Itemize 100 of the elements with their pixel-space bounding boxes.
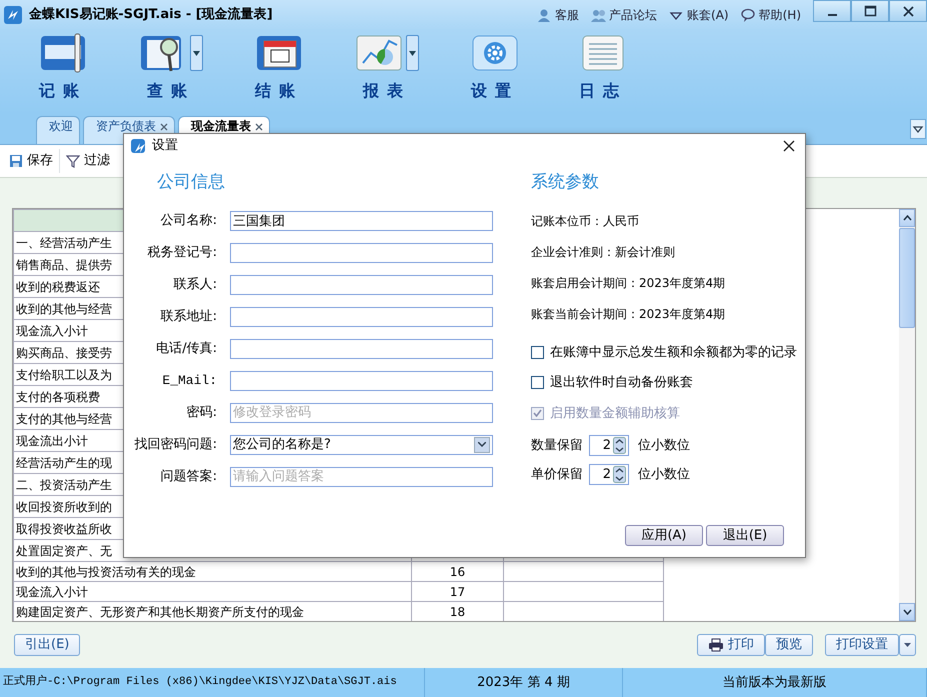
scroll-up-icon[interactable] (902, 215, 912, 221)
scrollbar[interactable] (899, 209, 915, 621)
table-cell: 处置固定资产、无 (16, 544, 112, 558)
dropdown-button[interactable] (190, 35, 203, 71)
up-down-arrows-icon[interactable] (613, 437, 626, 454)
field-label: 密码: (186, 404, 217, 422)
spinner-label: 数量保留 (531, 436, 583, 455)
input-field[interactable] (230, 274, 493, 294)
dropdown-button[interactable] (406, 35, 419, 71)
input-field[interactable] (230, 242, 493, 262)
info-text: 企业会计准则：新会计准则 (531, 244, 676, 260)
caret-icon (193, 50, 200, 56)
close-icon[interactable] (255, 123, 263, 131)
number-spinner[interactable]: 2 (589, 464, 629, 485)
input-field[interactable] (230, 306, 493, 326)
table-cell: 购建固定资产、无形资产和其他长期资产所支付的现金 (16, 604, 304, 618)
toolbar-button[interactable]: 过滤 (59, 149, 116, 173)
table-cell: 现金流入小计 (16, 324, 88, 338)
toolbar-button[interactable]: 日志 (558, 33, 648, 103)
toolbar-button[interactable]: 查账 (126, 33, 216, 103)
section-heading: 公司信息 (157, 171, 226, 194)
table-cell: 销售商品、提供劳 (16, 258, 112, 272)
apply-button[interactable]: 应用(A) (625, 525, 703, 546)
people-icon (591, 8, 606, 22)
action-button[interactable]: 预览 (765, 634, 813, 656)
header-link[interactable]: 产品论坛 (591, 6, 658, 24)
header-link[interactable]: 账套(A) (669, 6, 729, 24)
tab[interactable]: 欢迎 (36, 116, 80, 144)
toolbar-button[interactable]: 报表 (342, 33, 432, 103)
toolbar-button[interactable]: 记账 (18, 33, 108, 103)
table-cell: 18 (450, 604, 466, 618)
field-label: 电话/传真: (155, 340, 217, 358)
spinner-label: 单价保留 (531, 466, 583, 484)
table-cell: 支付的其他与经营 (16, 412, 112, 426)
notebook-icon (39, 33, 87, 73)
scroll-down-icon[interactable] (902, 609, 912, 615)
info-text: 账套启用会计期间：2023年度第4期 (531, 274, 726, 292)
export-button[interactable]: 引出(E) (14, 634, 80, 656)
table-cell: 支付的各项税费 (16, 390, 100, 404)
status-text: 正式用户-C:\Program Files (x86)\Kingdee\KIS\YJZ\Data\SGJT.ais (3, 674, 397, 690)
info-text: 账套当前会计期间：2023年度第4期 (531, 306, 726, 322)
checkmark-icon (533, 409, 542, 418)
table-cell: 现金流入小计 (16, 584, 88, 598)
toolbar-button[interactable]: 结账 (234, 33, 324, 103)
table-cell: 收回投资所收到的 (16, 500, 112, 514)
scroll-thumb[interactable] (899, 228, 915, 328)
toolbar-button[interactable]: 保存 (3, 149, 59, 173)
status-text: 2023年 第 4 期 (477, 674, 570, 692)
chart-icon (355, 33, 403, 73)
table-cell: 现金流出小计 (16, 434, 88, 448)
question-dropdown[interactable]: 您公司的名称是? (230, 434, 493, 454)
table-cell: 16 (450, 564, 466, 578)
info-text: 记账本位币：人民币 (531, 212, 640, 230)
table-cell: 收到的其他与经营 (16, 302, 112, 316)
table-cell: 二、投资活动产生 (16, 478, 112, 492)
table-cell: 取得投资收益所收 (16, 522, 112, 536)
table-cell: 支付给职工以及为 (16, 368, 112, 382)
unit-label: 位小数位 (638, 466, 690, 484)
action-button[interactable]: 打印 (697, 634, 765, 656)
input-field[interactable] (230, 370, 493, 390)
caret-icon (409, 50, 416, 56)
checkbox-option[interactable]: 在账簿中显示总发生额和余额都为零的记录 (531, 342, 797, 362)
field-label: 联系人: (172, 276, 217, 294)
table-cell: 17 (450, 584, 466, 598)
calendar-icon (255, 33, 303, 73)
field-label: 税务登记号: (146, 244, 217, 262)
chevron-down-icon (478, 442, 486, 447)
input-field[interactable]: 三国集团 (230, 210, 493, 230)
input-field[interactable] (230, 338, 493, 358)
dropdown-button[interactable] (899, 634, 916, 656)
unit-label: 位小数位 (638, 436, 690, 455)
close-button[interactable] (889, 0, 927, 22)
table-cell: 收到的税费返还 (16, 280, 100, 294)
status-text: 当前版本为最新版 (722, 674, 826, 692)
app-logo-icon (3, 5, 23, 25)
speech-bubble-icon (740, 8, 756, 22)
toolbar-button[interactable]: 设置 (450, 33, 540, 103)
header-link[interactable]: 帮助(H) (740, 6, 801, 24)
header-link[interactable]: 客服 (537, 6, 580, 24)
field-label: E_Mail: (161, 372, 217, 390)
checkbox-option[interactable]: 退出软件时自动备份账套 (531, 373, 797, 392)
action-button[interactable]: 打印设置 (825, 634, 899, 656)
section-heading: 系统参数 (531, 171, 600, 194)
field-label: 找回密码问题: (134, 436, 217, 454)
exit-button[interactable]: 退出(E) (706, 525, 784, 546)
field-label: 联系地址: (160, 308, 217, 326)
gear-icon (471, 33, 519, 73)
up-down-arrows-icon[interactable] (613, 466, 626, 483)
input-field[interactable]: 修改登录密码 (230, 402, 493, 422)
minimize-button[interactable] (813, 0, 851, 22)
table-cell: 购买商品、接受劳 (16, 346, 112, 360)
maximize-button[interactable] (851, 0, 889, 22)
printer-icon (708, 638, 724, 652)
number-spinner[interactable]: 2 (589, 435, 629, 456)
table-cell: 经营活动产生的现 (16, 456, 112, 470)
checkbox-option: 启用数量金额辅助核算 (531, 404, 797, 423)
field-label: 公司名称: (160, 212, 217, 230)
input-field[interactable]: 请输入问题答案 (230, 466, 493, 486)
close-icon[interactable] (783, 140, 795, 152)
field-label: 问题答案: (160, 468, 217, 486)
